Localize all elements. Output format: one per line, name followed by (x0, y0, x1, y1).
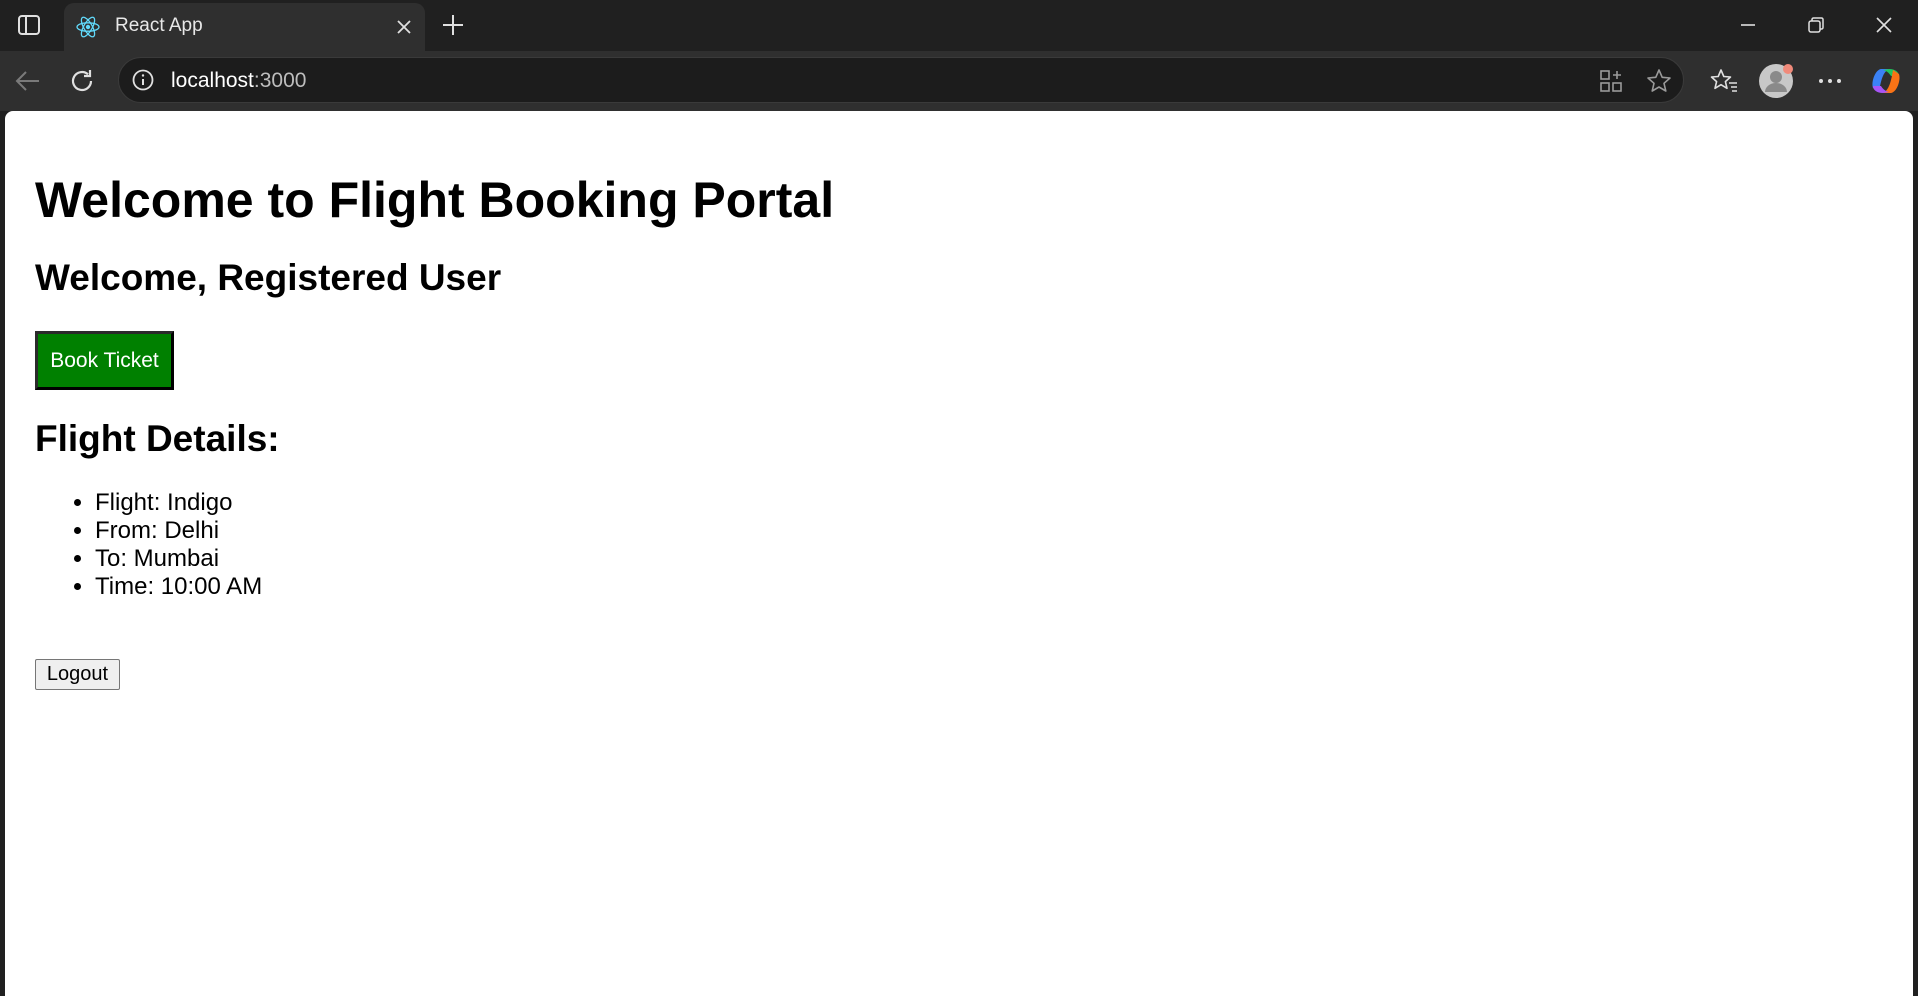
flight-detail-item: Time: 10:00 AM (95, 573, 262, 601)
page-title: Welcome to Flight Booking Portal (35, 172, 835, 228)
page-viewport: Welcome to Flight Booking Portal Welcome… (5, 111, 1913, 996)
browser-toolbar: localhost:3000 (0, 51, 1918, 111)
refresh-icon[interactable] (64, 63, 100, 99)
flight-details-list: Flight: Indigo From: Delhi To: Mumbai Ti… (35, 489, 262, 601)
copilot-icon[interactable] (1868, 63, 1904, 99)
tab-strip: React App (0, 0, 1918, 51)
app-available-icon[interactable] (1597, 67, 1625, 95)
back-arrow-icon[interactable] (10, 63, 46, 99)
favorite-star-icon[interactable] (1645, 67, 1673, 95)
new-tab-icon[interactable] (438, 10, 468, 40)
close-tab-icon[interactable] (393, 16, 415, 38)
url-text[interactable]: localhost:3000 (171, 69, 306, 93)
close-window-icon[interactable] (1860, 8, 1908, 42)
profile-avatar-icon[interactable] (1758, 63, 1794, 99)
book-ticket-button[interactable]: Book Ticket (35, 331, 174, 390)
address-bar[interactable]: localhost:3000 (118, 57, 1684, 103)
flight-details-heading: Flight Details: (35, 418, 280, 459)
flight-detail-item: To: Mumbai (95, 545, 262, 573)
site-info-icon[interactable] (131, 68, 155, 92)
flight-detail-item: Flight: Indigo (95, 489, 262, 517)
url-port: :3000 (253, 69, 307, 92)
flight-detail-item: From: Delhi (95, 517, 262, 545)
welcome-message: Welcome, Registered User (35, 257, 502, 298)
react-logo-icon (75, 14, 101, 40)
more-options-icon[interactable] (1812, 63, 1848, 99)
logout-button[interactable]: Logout (35, 659, 120, 690)
favorites-icon[interactable] (1706, 63, 1742, 99)
tab-title: React App (115, 15, 203, 36)
restore-icon[interactable] (1792, 8, 1840, 42)
url-host: localhost (171, 69, 254, 92)
minimize-icon[interactable] (1724, 8, 1772, 42)
browser-tab[interactable]: React App (64, 3, 425, 51)
sidebar-toggle-icon[interactable] (14, 11, 44, 39)
